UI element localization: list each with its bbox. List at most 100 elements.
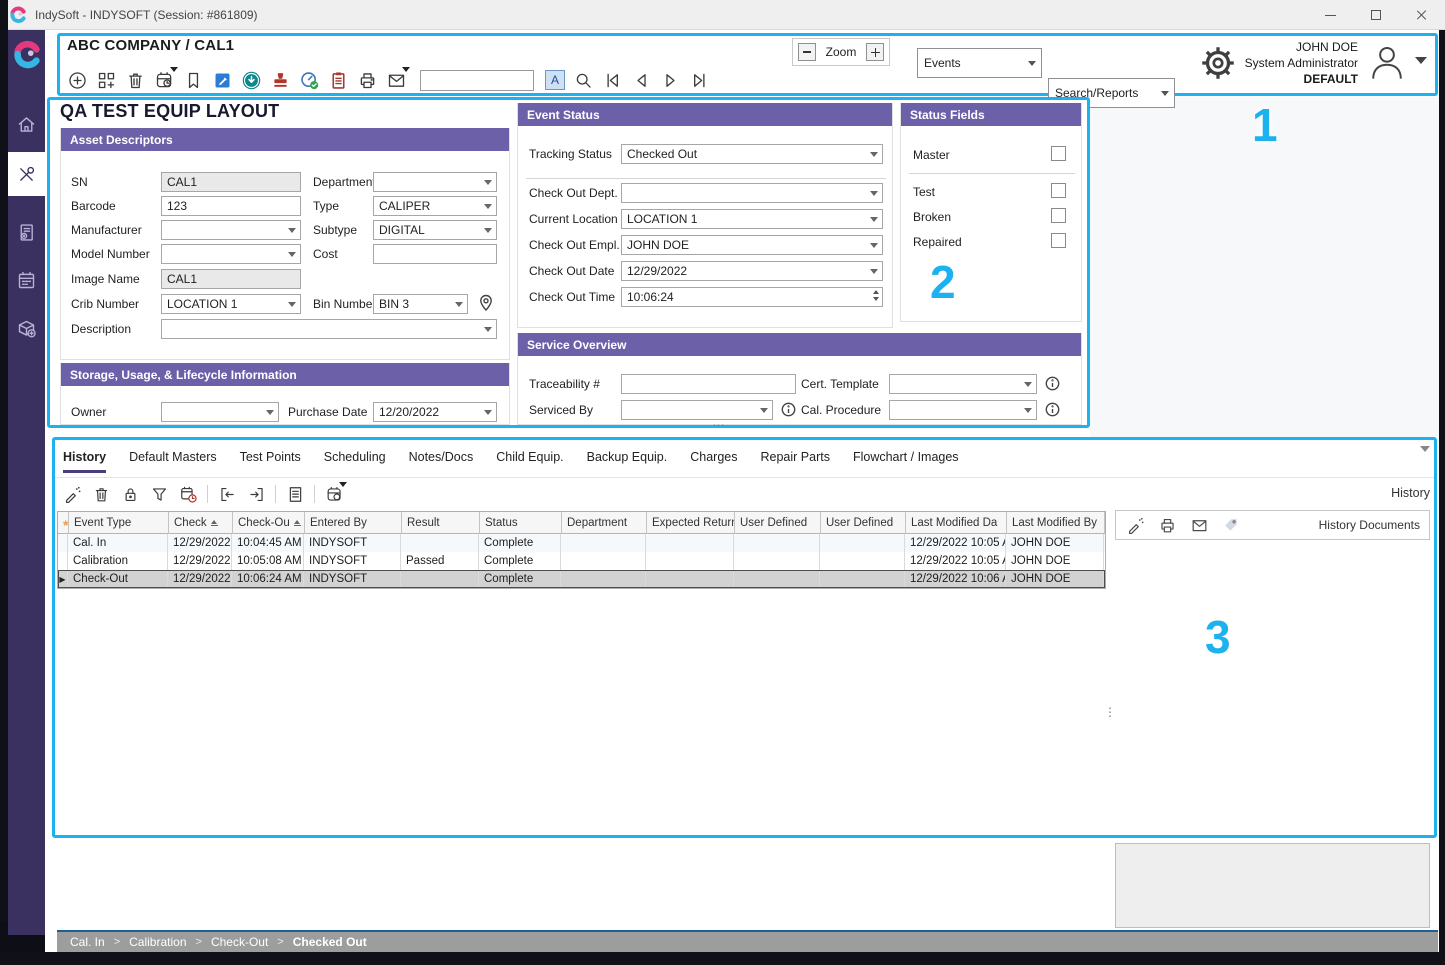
email-document-button[interactable] bbox=[1189, 515, 1209, 535]
column-header-result[interactable]: Result bbox=[402, 512, 480, 534]
purchase-date-dropdown[interactable]: 12/20/2022 bbox=[373, 402, 497, 422]
info-icon[interactable] bbox=[1045, 402, 1060, 417]
serviced-by-dropdown[interactable] bbox=[621, 400, 773, 420]
edit-event-button[interactable] bbox=[62, 484, 82, 504]
sidebar-item-inventory[interactable] bbox=[8, 306, 45, 350]
broken-checkbox[interactable] bbox=[1051, 208, 1066, 223]
add-record-button[interactable] bbox=[66, 69, 88, 91]
vertical-splitter-handle[interactable]: ⋮ bbox=[1104, 710, 1116, 715]
history-row-check-out[interactable]: ▶Check-Out12/29/202210:06:24 AMINDYSOFTC… bbox=[58, 570, 1105, 588]
zoom-out-button[interactable] bbox=[798, 43, 816, 61]
repaired-checkbox[interactable] bbox=[1051, 233, 1066, 248]
clone-record-button[interactable] bbox=[95, 69, 117, 91]
user-menu-chevron-icon[interactable] bbox=[1415, 57, 1427, 64]
column-header-last-modified-by[interactable]: Last Modified By bbox=[1007, 512, 1105, 534]
delete-record-button[interactable] bbox=[124, 69, 146, 91]
tab-child-equip[interactable]: Child Equip. bbox=[496, 450, 563, 473]
subtype-dropdown[interactable]: DIGITAL bbox=[373, 220, 497, 240]
nav-next-button[interactable] bbox=[659, 69, 681, 91]
tracking-status-dropdown[interactable]: Checked Out bbox=[621, 144, 883, 164]
tabs-overflow-chevron-icon[interactable] bbox=[1420, 446, 1430, 452]
email-button[interactable] bbox=[385, 69, 407, 91]
check-out-employee-dropdown[interactable]: JOHN DOE bbox=[621, 235, 883, 255]
print-document-button[interactable] bbox=[1157, 515, 1177, 535]
description-dropdown[interactable] bbox=[161, 319, 497, 339]
history-row-cal-in[interactable]: Cal. In12/29/202210:04:45 AMINDYSOFTComp… bbox=[58, 534, 1105, 552]
zoom-in-button[interactable] bbox=[866, 43, 884, 61]
tab-backup-equip[interactable]: Backup Equip. bbox=[587, 450, 668, 473]
edit-note-button[interactable] bbox=[211, 69, 233, 91]
check-out-dept-dropdown[interactable] bbox=[621, 183, 883, 203]
info-icon[interactable] bbox=[781, 402, 796, 417]
location-pin-icon[interactable] bbox=[478, 294, 494, 312]
cal-procedure-dropdown[interactable] bbox=[889, 400, 1037, 420]
maximize-button[interactable] bbox=[1353, 0, 1399, 30]
cost-field[interactable] bbox=[373, 244, 497, 264]
edit-document-button[interactable] bbox=[1125, 515, 1145, 535]
match-case-button[interactable]: A bbox=[545, 70, 565, 90]
nav-first-button[interactable] bbox=[601, 69, 623, 91]
nav-previous-button[interactable] bbox=[630, 69, 652, 91]
tag-document-button[interactable] bbox=[1221, 515, 1241, 535]
current-location-dropdown[interactable]: LOCATION 1 bbox=[621, 209, 883, 229]
column-header-event-type[interactable]: Event Type bbox=[69, 512, 169, 534]
check-out-date-dropdown[interactable]: 12/29/2022 bbox=[621, 261, 883, 281]
tab-repair-parts[interactable]: Repair Parts bbox=[760, 450, 829, 473]
sidebar-item-home[interactable] bbox=[8, 102, 45, 146]
tab-history[interactable]: History bbox=[63, 450, 106, 473]
bin-number-dropdown[interactable]: BIN 3 bbox=[373, 294, 468, 314]
column-header-expected-return[interactable]: Expected Return bbox=[647, 512, 735, 534]
search-button[interactable] bbox=[572, 69, 594, 91]
tab-scheduling[interactable]: Scheduling bbox=[324, 450, 386, 473]
owner-dropdown[interactable] bbox=[161, 402, 279, 422]
nav-last-button[interactable] bbox=[688, 69, 710, 91]
stamp-button[interactable] bbox=[269, 69, 291, 91]
bookmark-button[interactable] bbox=[182, 69, 204, 91]
sidebar-item-calendar[interactable] bbox=[8, 258, 45, 302]
time-spinner-arrows[interactable] bbox=[873, 290, 879, 301]
delete-event-button[interactable] bbox=[91, 484, 111, 504]
model-number-dropdown[interactable] bbox=[161, 244, 301, 264]
flow-step-cal-in[interactable]: Cal. In bbox=[70, 935, 105, 949]
splitter-handle[interactable]: … bbox=[712, 414, 726, 429]
date-filter-button[interactable] bbox=[178, 484, 198, 504]
minimize-button[interactable] bbox=[1307, 0, 1353, 30]
test-checkbox[interactable] bbox=[1051, 183, 1066, 198]
view-log-button[interactable] bbox=[285, 484, 305, 504]
tab-default-masters[interactable]: Default Masters bbox=[129, 450, 217, 473]
print-button[interactable] bbox=[356, 69, 378, 91]
user-info[interactable]: JOHN DOE System Administrator DEFAULT bbox=[1175, 39, 1358, 87]
avatar[interactable] bbox=[1366, 41, 1408, 83]
column-header-user-defined[interactable]: User Defined bbox=[735, 512, 821, 534]
lock-event-button[interactable] bbox=[120, 484, 140, 504]
check-in-button[interactable] bbox=[217, 484, 237, 504]
column-header-status[interactable]: Status bbox=[480, 512, 562, 534]
barcode-field[interactable]: 123 bbox=[161, 196, 301, 216]
flow-step-check-out[interactable]: Check-Out bbox=[211, 935, 268, 949]
tab-charges[interactable]: Charges bbox=[690, 450, 737, 473]
events-dropdown[interactable]: Events bbox=[917, 48, 1042, 78]
close-button[interactable] bbox=[1399, 0, 1445, 30]
column-header-entered-by[interactable]: Entered By bbox=[305, 512, 402, 534]
filter-button[interactable] bbox=[149, 484, 169, 504]
manufacturer-dropdown[interactable] bbox=[161, 220, 301, 240]
row-marker-column-header[interactable]: * bbox=[58, 512, 69, 534]
column-header-department[interactable]: Department bbox=[562, 512, 647, 534]
clipboard-button[interactable] bbox=[327, 69, 349, 91]
flow-step-calibration[interactable]: Calibration bbox=[129, 935, 186, 949]
column-header-check[interactable]: Check bbox=[169, 512, 233, 534]
master-checkbox[interactable] bbox=[1051, 146, 1066, 161]
event-menu-button[interactable] bbox=[153, 69, 175, 91]
gauge-verify-button[interactable] bbox=[298, 69, 320, 91]
tab-test-points[interactable]: Test Points bbox=[240, 450, 301, 473]
column-header-user-defined[interactable]: User Defined bbox=[821, 512, 906, 534]
flow-step-checked-out[interactable]: Checked Out bbox=[293, 935, 367, 949]
column-header-check-ou[interactable]: Check-Ou bbox=[233, 512, 305, 534]
type-dropdown[interactable]: CALIPER bbox=[373, 196, 497, 216]
department-dropdown[interactable] bbox=[373, 172, 497, 192]
column-header-last-modified-da[interactable]: Last Modified Da bbox=[906, 512, 1007, 534]
sidebar-item-reports[interactable] bbox=[8, 210, 45, 254]
quick-search-input[interactable] bbox=[420, 70, 534, 91]
tab-flowchart-images[interactable]: Flowchart / Images bbox=[853, 450, 959, 473]
check-in-out-button[interactable] bbox=[240, 69, 262, 91]
